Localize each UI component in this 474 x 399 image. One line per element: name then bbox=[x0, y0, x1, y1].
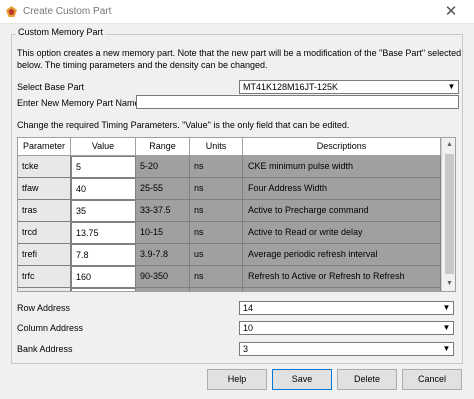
row-address-value: 14 bbox=[243, 303, 254, 313]
table-row: trefi 7.8 3.9-7.8 us Average periodic re… bbox=[18, 244, 441, 266]
save-button[interactable]: Save bbox=[272, 369, 332, 390]
chevron-down-icon[interactable]: ▼ bbox=[440, 302, 453, 314]
column-header-range: Range bbox=[136, 138, 190, 156]
units-cell: ns bbox=[190, 266, 243, 288]
parameter-cell bbox=[18, 288, 71, 291]
description-cell bbox=[243, 288, 441, 291]
value-input[interactable] bbox=[71, 288, 136, 291]
parameter-cell: tcke bbox=[18, 156, 71, 178]
scroll-up-icon[interactable]: ▲ bbox=[442, 138, 455, 152]
units-cell: us bbox=[190, 244, 243, 266]
units-cell: ns bbox=[190, 200, 243, 222]
value-input[interactable]: 40 bbox=[71, 178, 136, 200]
description-cell: Refresh to Active or Refresh to Refresh bbox=[243, 266, 441, 288]
range-cell: 5-20 bbox=[136, 156, 190, 178]
description-cell: Active to Precharge command bbox=[243, 200, 441, 222]
bank-address-label: Bank Address bbox=[17, 344, 73, 354]
new-part-name-label: Enter New Memory Part Name bbox=[17, 98, 140, 108]
parameter-cell: trefi bbox=[18, 244, 71, 266]
value-input[interactable]: 160 bbox=[71, 266, 136, 288]
timing-instruction: Change the required Timing Parameters. "… bbox=[17, 120, 350, 130]
value-input[interactable]: 7.8 bbox=[71, 244, 136, 266]
range-cell bbox=[136, 288, 190, 291]
value-input[interactable]: 35 bbox=[71, 200, 136, 222]
range-cell: 10-15 bbox=[136, 222, 190, 244]
description-cell: Average periodic refresh interval bbox=[243, 244, 441, 266]
cancel-button[interactable]: Cancel bbox=[402, 369, 462, 390]
units-cell: ns bbox=[190, 178, 243, 200]
scrollbar-thumb[interactable] bbox=[445, 154, 454, 274]
timing-parameters-table: Parameter Value Range Units Descriptions… bbox=[17, 137, 456, 292]
parameter-cell: trcd bbox=[18, 222, 71, 244]
units-cell: ns bbox=[190, 222, 243, 244]
table-row bbox=[18, 288, 441, 291]
close-button[interactable]: ✕ bbox=[428, 0, 474, 24]
table-header: Parameter Value Range Units Descriptions bbox=[18, 138, 441, 156]
units-cell: ns bbox=[190, 156, 243, 178]
chevron-down-icon[interactable]: ▼ bbox=[440, 343, 453, 355]
range-cell: 3.9-7.8 bbox=[136, 244, 190, 266]
range-cell: 90-350 bbox=[136, 266, 190, 288]
range-cell: 33-37.5 bbox=[136, 200, 190, 222]
table-row: trcd 13.75 10-15 ns Active to Read or wr… bbox=[18, 222, 441, 244]
chevron-down-icon[interactable]: ▼ bbox=[440, 322, 453, 334]
chevron-down-icon[interactable]: ▼ bbox=[445, 81, 458, 93]
column-header-value: Value bbox=[71, 138, 136, 156]
table-row: trfc 160 90-350 ns Refresh to Active or … bbox=[18, 266, 441, 288]
table-row: tcke 5 5-20 ns CKE minimum pulse width bbox=[18, 156, 441, 178]
description-text: This option creates a new memory part. N… bbox=[17, 48, 462, 70]
title-bar: Create Custom Part ✕ bbox=[0, 0, 474, 24]
column-address-label: Column Address bbox=[17, 323, 84, 333]
value-input[interactable]: 13.75 bbox=[71, 222, 136, 244]
value-input[interactable]: 5 bbox=[71, 156, 136, 178]
base-part-value: MT41K128M16JT-125K bbox=[243, 82, 339, 92]
description-cell: Active to Read or write delay bbox=[243, 222, 441, 244]
app-icon bbox=[6, 6, 17, 17]
range-cell: 25-55 bbox=[136, 178, 190, 200]
parameter-cell: tfaw bbox=[18, 178, 71, 200]
base-part-label: Select Base Part bbox=[17, 82, 85, 92]
window-title: Create Custom Part bbox=[23, 6, 112, 17]
column-header-units: Units bbox=[190, 138, 243, 156]
row-address-select[interactable]: 14 ▼ bbox=[239, 301, 454, 315]
bank-address-value: 3 bbox=[243, 344, 249, 354]
help-button[interactable]: Help bbox=[207, 369, 267, 390]
base-part-select[interactable]: MT41K128M16JT-125K ▼ bbox=[239, 80, 459, 94]
table-row: tfaw 40 25-55 ns Four Address Width bbox=[18, 178, 441, 200]
bank-address-select[interactable]: 3 ▼ bbox=[239, 342, 454, 356]
row-address-label: Row Address bbox=[17, 303, 71, 313]
delete-button[interactable]: Delete bbox=[337, 369, 397, 390]
column-header-parameter: Parameter bbox=[18, 138, 71, 156]
scroll-down-icon[interactable]: ▼ bbox=[442, 277, 455, 291]
new-part-name-input[interactable] bbox=[136, 95, 459, 109]
column-header-descriptions: Descriptions bbox=[243, 138, 441, 156]
column-address-select[interactable]: 10 ▼ bbox=[239, 321, 454, 335]
table-row: tras 35 33-37.5 ns Active to Precharge c… bbox=[18, 200, 441, 222]
column-address-value: 10 bbox=[243, 323, 254, 333]
description-cell: CKE minimum pulse width bbox=[243, 156, 441, 178]
parameter-cell: trfc bbox=[18, 266, 71, 288]
table-scrollbar[interactable]: ▲ ▼ bbox=[441, 138, 455, 291]
parameter-cell: tras bbox=[18, 200, 71, 222]
description-cell: Four Address Width bbox=[243, 178, 441, 200]
units-cell bbox=[190, 288, 243, 291]
group-label: Custom Memory Part bbox=[16, 27, 106, 37]
